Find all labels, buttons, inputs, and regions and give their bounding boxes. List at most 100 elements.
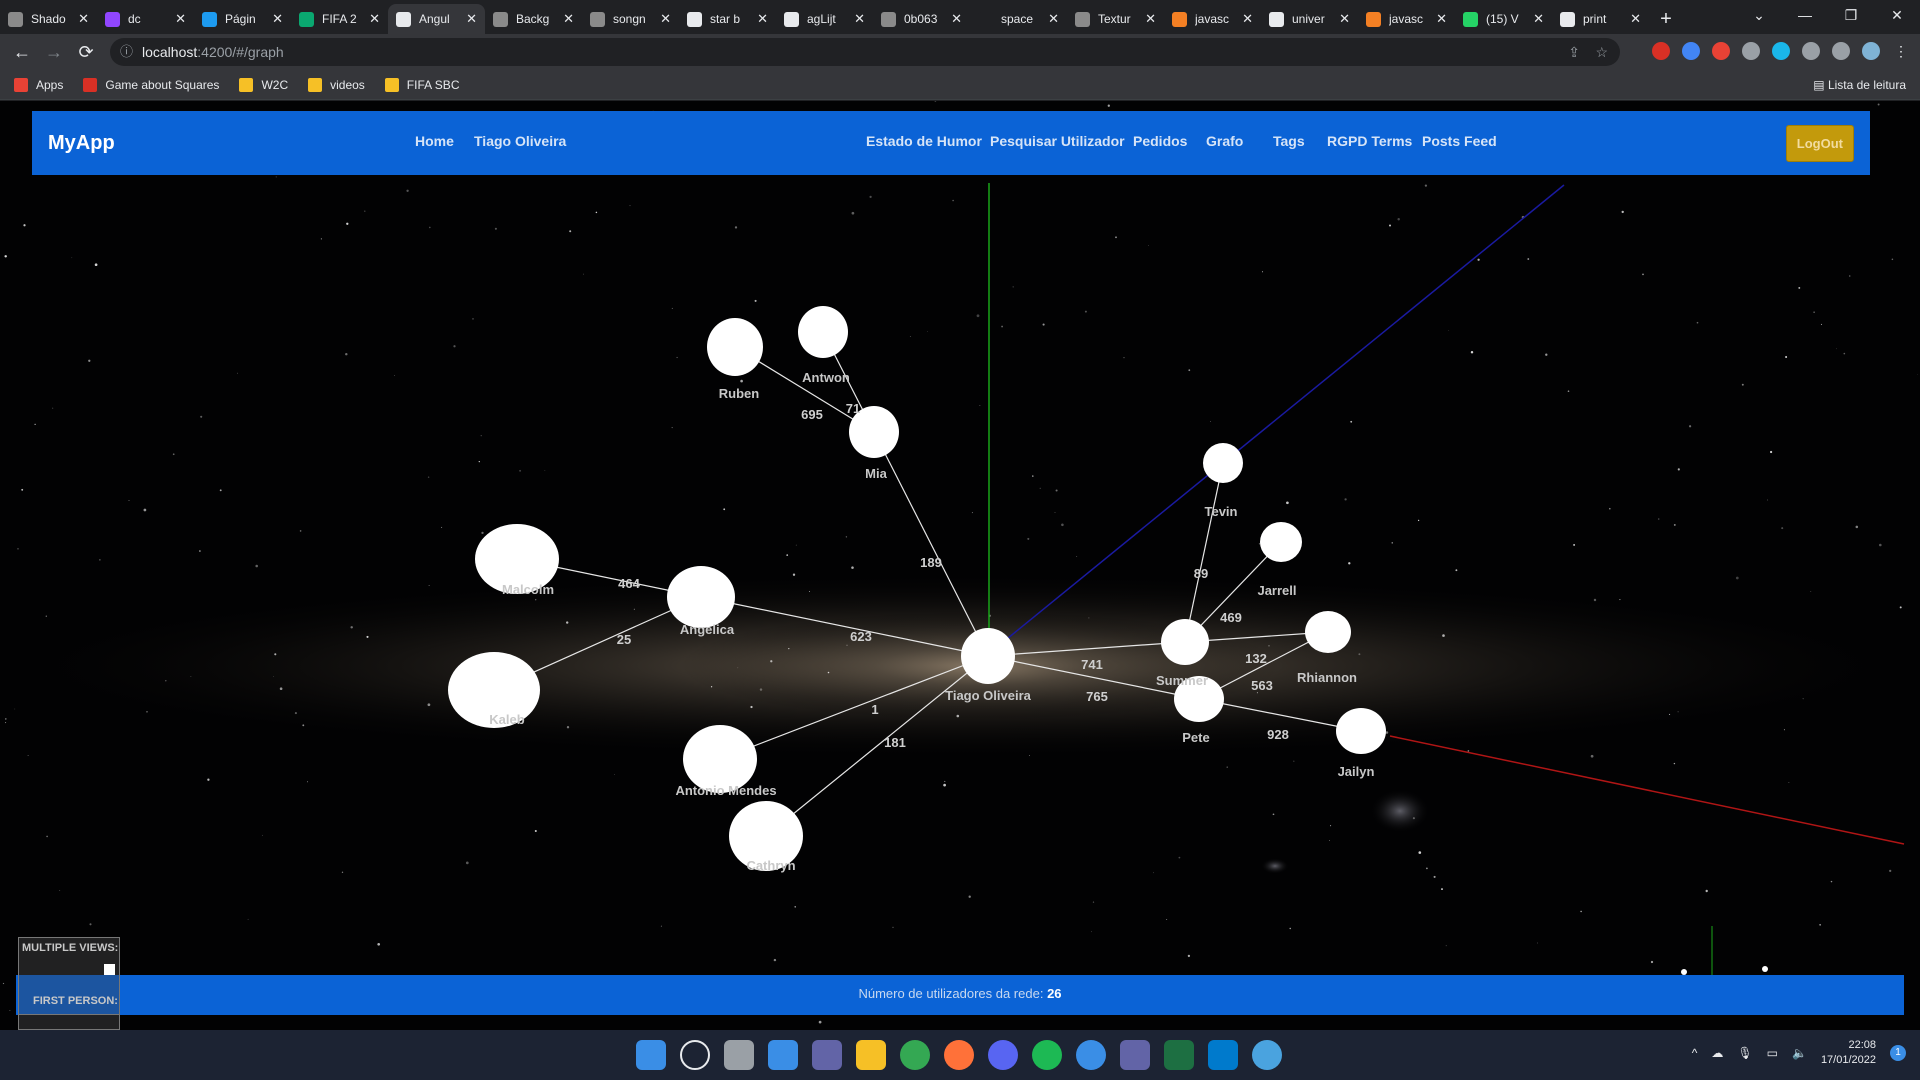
nav-home[interactable]: Home <box>415 133 454 149</box>
nav-mood-status[interactable]: Estado de Humor <box>866 133 982 149</box>
nav-search-user[interactable]: Pesquisar Utilizador <box>990 133 1125 149</box>
teams-icon[interactable] <box>1120 1040 1150 1070</box>
browser-tab[interactable]: space ✕ <box>970 4 1067 34</box>
browser-tab[interactable]: FIFA 2 ✕ <box>291 4 388 34</box>
browser-tab[interactable]: 0b063 ✕ <box>873 4 970 34</box>
browser-tab[interactable]: dc ✕ <box>97 4 194 34</box>
graph-node[interactable] <box>961 628 1015 684</box>
restore-button[interactable]: ❐ <box>1828 0 1874 32</box>
graph-node[interactable] <box>1260 522 1302 562</box>
adblock-extension-icon[interactable] <box>1652 42 1670 60</box>
tab-close-icon[interactable]: ✕ <box>951 11 962 27</box>
incognito-extension-icon[interactable] <box>1742 42 1760 60</box>
maps-icon[interactable] <box>1076 1040 1106 1070</box>
nav-tags[interactable]: Tags <box>1273 133 1305 149</box>
graph-node[interactable] <box>1336 708 1386 754</box>
tab-close-icon[interactable]: ✕ <box>1533 11 1544 27</box>
graph-node[interactable] <box>707 318 763 376</box>
tab-close-icon[interactable]: ✕ <box>78 11 89 27</box>
tab-close-icon[interactable]: ✕ <box>175 11 186 27</box>
microphone-icon[interactable]: 🎙 <box>1737 1046 1752 1060</box>
browser-tab[interactable]: javasc ✕ <box>1164 4 1261 34</box>
media-control-icon[interactable] <box>1832 42 1850 60</box>
reading-list-button[interactable]: ▤ Lista de leitura <box>1813 78 1906 92</box>
close-window-button[interactable]: ✕ <box>1874 0 1920 32</box>
browser-tab[interactable]: javasc ✕ <box>1358 4 1455 34</box>
app-brand[interactable]: MyApp <box>48 132 115 155</box>
nav-rgpd-terms[interactable]: RGPD Terms <box>1327 133 1412 149</box>
back-arrow-icon[interactable]: ← <box>6 42 38 63</box>
minimize-button[interactable]: — <box>1782 0 1828 32</box>
task-view-icon[interactable] <box>724 1040 754 1070</box>
spotify-icon[interactable] <box>1032 1040 1062 1070</box>
tab-close-icon[interactable]: ✕ <box>1048 11 1059 27</box>
new-tab-button[interactable]: + <box>1649 4 1683 34</box>
graph-node[interactable] <box>1161 619 1209 665</box>
graph-node[interactable] <box>1305 611 1351 653</box>
tab-close-icon[interactable]: ✕ <box>1145 11 1156 27</box>
bookmark-item[interactable]: videos <box>308 77 365 92</box>
tab-close-icon[interactable]: ✕ <box>854 11 865 27</box>
widgets-icon[interactable] <box>768 1040 798 1070</box>
bookmark-item[interactable]: Apps <box>14 77 63 92</box>
excel-icon[interactable] <box>1164 1040 1194 1070</box>
nav-posts-feed[interactable]: Posts Feed <box>1422 133 1497 149</box>
tab-close-icon[interactable]: ✕ <box>1630 11 1641 27</box>
tab-close-icon[interactable]: ✕ <box>1242 11 1253 27</box>
file-explorer-icon[interactable] <box>856 1040 886 1070</box>
chat-icon[interactable] <box>812 1040 842 1070</box>
graph-node[interactable] <box>1203 443 1243 483</box>
clock[interactable]: 22:08 17/01/2022 <box>1821 1038 1876 1068</box>
multiple-views-checkbox[interactable] <box>104 964 115 975</box>
address-bar[interactable]: ⓘ localhost:4200/#/graph ⇪ ☆ <box>110 38 1620 66</box>
onedrive-icon[interactable]: ☁ <box>1711 1046 1723 1060</box>
network-icon[interactable]: ▭ <box>1767 1046 1778 1060</box>
vimeo-extension-icon[interactable] <box>1772 42 1790 60</box>
chrome-icon[interactable] <box>900 1040 930 1070</box>
tab-close-icon[interactable]: ✕ <box>466 11 477 27</box>
nav-graph[interactable]: Grafo <box>1206 133 1243 149</box>
tab-close-icon[interactable]: ✕ <box>1339 11 1350 27</box>
tab-close-icon[interactable]: ✕ <box>563 11 574 27</box>
tab-close-icon[interactable]: ✕ <box>369 11 380 27</box>
browser-tab[interactable]: Backg ✕ <box>485 4 582 34</box>
search-icon[interactable] <box>680 1040 710 1070</box>
firefox-icon[interactable] <box>944 1040 974 1070</box>
forward-arrow-icon[interactable]: → <box>38 42 70 63</box>
site-info-icon[interactable]: ⓘ <box>120 38 133 66</box>
browser-tab[interactable]: songn ✕ <box>582 4 679 34</box>
tab-close-icon[interactable]: ✕ <box>1436 11 1447 27</box>
pdf-extension-icon[interactable] <box>1712 42 1730 60</box>
globe-app-icon[interactable] <box>1252 1040 1282 1070</box>
share-icon[interactable]: ⇪ <box>1568 38 1580 66</box>
tab-search-icon[interactable]: ⌄ <box>1736 0 1782 32</box>
browser-tab[interactable]: agLijt ✕ <box>776 4 873 34</box>
bookmark-star-icon[interactable]: ☆ <box>1595 38 1608 66</box>
browser-tab[interactable]: Shado ✕ <box>0 4 97 34</box>
browser-tab[interactable]: univer ✕ <box>1261 4 1358 34</box>
bookmark-item[interactable]: Game about Squares <box>83 77 219 92</box>
tab-close-icon[interactable]: ✕ <box>757 11 768 27</box>
tab-close-icon[interactable]: ✕ <box>660 11 671 27</box>
reload-icon[interactable]: ⟳ <box>70 42 102 63</box>
volume-icon[interactable]: 🔈 <box>1792 1046 1807 1060</box>
vscode-icon[interactable] <box>1208 1040 1238 1070</box>
start-windows-icon[interactable] <box>636 1040 666 1070</box>
browser-tab[interactable]: Págin ✕ <box>194 4 291 34</box>
puzzle-extensions-icon[interactable] <box>1802 42 1820 60</box>
tab-close-icon[interactable]: ✕ <box>272 11 283 27</box>
browser-tab[interactable]: star b ✕ <box>679 4 776 34</box>
browser-tab[interactable]: print ✕ <box>1552 4 1649 34</box>
graph-viewport[interactable]: Ruben Antwon Mia Malcolm Angelica Kaleb Tiago … <box>0 101 1920 1030</box>
nav-profile[interactable]: Tiago Oliveira <box>474 133 566 149</box>
docs-extension-icon[interactable] <box>1682 42 1700 60</box>
bookmark-item[interactable]: FIFA SBC <box>384 77 459 92</box>
profile-avatar[interactable] <box>1862 42 1880 60</box>
browser-tab[interactable]: (15) V ✕ <box>1455 4 1552 34</box>
notification-badge[interactable]: 1 <box>1890 1045 1906 1061</box>
graph-node[interactable] <box>667 566 735 628</box>
logout-button[interactable]: LogOut <box>1785 125 1854 162</box>
menu-kebab-icon[interactable]: ⋮ <box>1892 42 1910 60</box>
chevron-up-icon[interactable]: ^ <box>1692 1046 1698 1060</box>
browser-tab[interactable]: Angul ✕ <box>388 4 485 34</box>
